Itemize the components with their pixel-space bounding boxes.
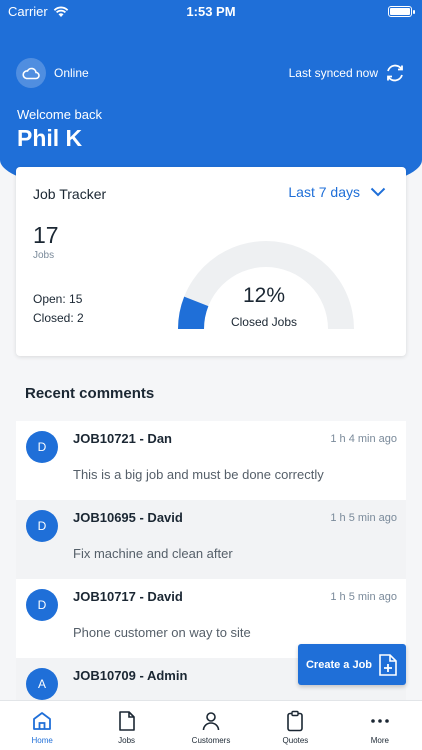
closed-jobs: Closed: 2 bbox=[33, 311, 84, 325]
gauge-label: Closed Jobs bbox=[230, 315, 298, 329]
tab-label: Home bbox=[31, 736, 53, 745]
comment-title: JOB10721 - Dan bbox=[73, 431, 172, 446]
recent-comments-title: Recent comments bbox=[25, 385, 155, 402]
comment-item[interactable]: D JOB10721 - Dan 1 h 4 min ago This is a… bbox=[16, 421, 406, 500]
comments-list: D JOB10721 - Dan 1 h 4 min ago This is a… bbox=[16, 421, 406, 737]
tab-more[interactable]: More bbox=[338, 701, 422, 750]
comment-title: JOB10695 - David bbox=[73, 510, 183, 525]
tab-home[interactable]: Home bbox=[0, 701, 84, 750]
comment-title: JOB10709 - Admin bbox=[73, 668, 188, 683]
document-icon bbox=[118, 711, 135, 731]
tab-jobs[interactable]: Jobs bbox=[84, 701, 168, 750]
jobs-count: 17 bbox=[33, 222, 59, 248]
add-document-icon bbox=[379, 653, 397, 676]
avatar: A bbox=[26, 668, 58, 700]
date-range-selector[interactable]: Last 7 days bbox=[288, 184, 386, 200]
tab-customers[interactable]: Customers bbox=[169, 701, 253, 750]
status-time: 1:53 PM bbox=[186, 4, 236, 19]
tab-label: Jobs bbox=[118, 736, 136, 745]
open-jobs: Open: 15 bbox=[33, 292, 83, 306]
closed-percent: 12% bbox=[242, 284, 286, 307]
connection-label: Online bbox=[54, 66, 89, 80]
person-icon bbox=[202, 712, 220, 731]
home-icon bbox=[33, 712, 52, 730]
create-job-label: Create a Job bbox=[305, 658, 373, 671]
comment-text: Phone customer on way to site bbox=[73, 625, 251, 640]
tab-label: More bbox=[370, 736, 389, 745]
welcome-text: Welcome back bbox=[17, 107, 103, 122]
sync-icon bbox=[387, 64, 403, 82]
avatar: D bbox=[26, 510, 58, 542]
tab-quotes[interactable]: Quotes bbox=[253, 701, 337, 750]
tab-bar: Home Jobs Customers Quotes More bbox=[0, 700, 422, 750]
date-range-label: Last 7 days bbox=[288, 184, 360, 200]
clipboard-icon bbox=[287, 710, 304, 732]
user-name: Phil K bbox=[17, 125, 83, 151]
comment-time: 1 h 5 min ago bbox=[330, 512, 397, 524]
sync-button[interactable]: Last synced now bbox=[289, 62, 406, 84]
jobs-label: Jobs bbox=[33, 250, 55, 261]
cloud-icon bbox=[16, 58, 46, 88]
job-tracker-card: Job Tracker Last 7 days 17 Jobs Open: 15… bbox=[16, 167, 406, 356]
connection-status: Online bbox=[16, 58, 89, 88]
comment-text: Fix machine and clean after bbox=[73, 546, 233, 561]
more-icon bbox=[371, 719, 389, 723]
tab-label: Customers bbox=[191, 736, 231, 745]
comment-time: 1 h 4 min ago bbox=[330, 433, 397, 445]
job-tracker-title: Job Tracker bbox=[33, 186, 107, 202]
tab-label: Quotes bbox=[282, 736, 309, 745]
create-job-button[interactable]: Create a Job bbox=[298, 644, 406, 685]
status-bar: Carrier 1:53 PM bbox=[0, 0, 422, 24]
comment-title: JOB10717 - David bbox=[73, 589, 183, 604]
comment-text: This is a big job and must be done corre… bbox=[73, 467, 324, 482]
avatar: D bbox=[26, 589, 58, 621]
sync-label: Last synced now bbox=[288, 66, 378, 80]
comment-time: 1 h 5 min ago bbox=[330, 591, 397, 603]
comment-item[interactable]: D JOB10695 - David 1 h 5 min ago Fix mac… bbox=[16, 500, 406, 579]
battery-icon bbox=[388, 6, 415, 17]
chevron-down-icon bbox=[370, 187, 386, 197]
avatar: D bbox=[26, 431, 58, 463]
